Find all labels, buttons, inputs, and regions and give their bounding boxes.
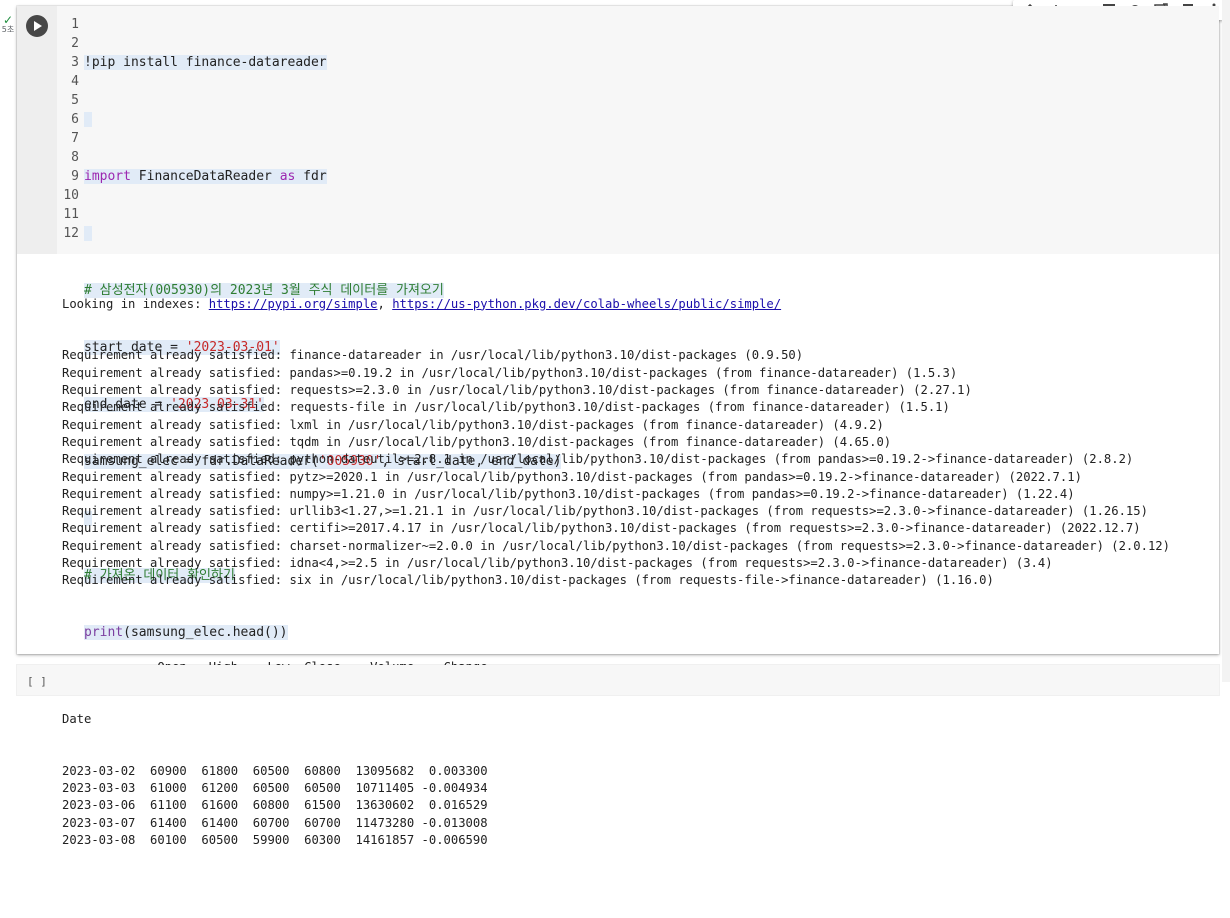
line-number: 10 xyxy=(63,188,79,203)
line-number: 9 xyxy=(71,169,79,184)
output-line: Looking in indexes: https://pypi.org/sim… xyxy=(62,296,1170,313)
code-text: FinanceDataReader xyxy=(130,169,280,184)
line-number: 7 xyxy=(71,131,79,146)
requirement-line: Requirement already satisfied: idna<4,>=… xyxy=(62,556,1053,571)
line-number: 11 xyxy=(63,207,79,222)
output-text: , xyxy=(377,296,393,311)
requirement-line: Requirement already satisfied: requests>… xyxy=(62,383,972,398)
code-text: !pip install finance-datareader xyxy=(84,55,327,70)
requirement-line: Requirement already satisfied: urllib3<1… xyxy=(62,504,1148,519)
cell-gutter xyxy=(17,6,57,254)
code-cell[interactable]: 1 2 3 4 5 6 7 8 9 10 11 12 !pip install finance-dat… xyxy=(17,0,1230,847)
requirement-line: Requirement already satisfied: numpy>=1.… xyxy=(62,486,1075,501)
requirement-line: Requirement already satisfied: six in /u… xyxy=(62,573,994,588)
execution-status: ✓ 5초 xyxy=(0,14,16,35)
code-line: import FinanceDataReader as fdr xyxy=(84,167,561,186)
requirement-line: Requirement already satisfied: charset-n… xyxy=(62,538,1170,553)
line-number: 12 xyxy=(63,226,79,241)
code-line: !pip install finance-datareader xyxy=(84,53,561,72)
page-scrollbar[interactable] xyxy=(1222,0,1230,682)
requirements-list: Requirement already satisfied: finance-d… xyxy=(62,347,1170,589)
dataframe-row: 2023-03-06 61100 61600 60800 61500 13630… xyxy=(62,798,488,813)
pypi-link[interactable]: https://pypi.org/simple xyxy=(209,297,378,311)
line-number: 8 xyxy=(71,150,79,165)
dataframe-output: Open High Low Close Volume Change Date 2… xyxy=(62,624,1170,883)
line-number: 3 xyxy=(71,55,79,70)
code-line xyxy=(84,110,561,129)
requirement-line: Requirement already satisfied: finance-d… xyxy=(62,348,804,363)
requirement-line: Requirement already satisfied: lxml in /… xyxy=(62,417,884,432)
cell-input[interactable]: 1 2 3 4 5 6 7 8 9 10 11 12 !pip install finance-dat… xyxy=(17,6,1219,640)
line-numbers: 1 2 3 4 5 6 7 8 9 10 11 12 xyxy=(61,15,79,243)
run-cell-button[interactable] xyxy=(26,15,48,37)
colab-wheels-link[interactable]: https://us-python.pkg.dev/colab-wheels/p… xyxy=(392,297,781,311)
line-number: 2 xyxy=(71,36,79,51)
requirement-line: Requirement already satisfied: requests-… xyxy=(62,400,950,415)
requirement-line: Requirement already satisfied: python-da… xyxy=(62,452,1134,467)
dataframe-row: 2023-03-03 61000 61200 60500 60500 10711… xyxy=(62,780,488,795)
next-code-cell[interactable]: [ ] xyxy=(17,665,1219,695)
line-number: 1 xyxy=(71,17,79,32)
keyword: import xyxy=(84,169,131,184)
cell-output: Looking in indexes: https://pypi.org/sim… xyxy=(62,261,1170,918)
code-line xyxy=(84,224,561,243)
dataframe-rows: 2023-03-02 60900 61800 60500 60800 13095… xyxy=(62,763,1170,849)
requirement-line: Requirement already satisfied: tqdm in /… xyxy=(62,434,892,449)
dataframe-row: 2023-03-07 61400 61400 60700 60700 11473… xyxy=(62,815,488,830)
dataframe-index-name: Date xyxy=(62,711,92,726)
keyword: as xyxy=(279,169,296,184)
line-number: 5 xyxy=(71,93,79,108)
execution-time: 5초 xyxy=(1,25,15,34)
line-number: 6 xyxy=(71,112,79,127)
code-text: fdr xyxy=(295,169,327,184)
requirement-line: Requirement already satisfied: pandas>=0… xyxy=(62,365,958,380)
dataframe-row: 2023-03-08 60100 60500 59900 60300 14161… xyxy=(62,832,488,847)
dataframe-row: 2023-03-02 60900 61800 60500 60800 13095… xyxy=(62,763,488,778)
requirement-line: Requirement already satisfied: pytz>=202… xyxy=(62,469,1082,484)
output-text: Looking in indexes: xyxy=(62,296,209,311)
requirement-line: Requirement already satisfied: certifi>=… xyxy=(62,521,1141,536)
line-number: 4 xyxy=(71,74,79,89)
